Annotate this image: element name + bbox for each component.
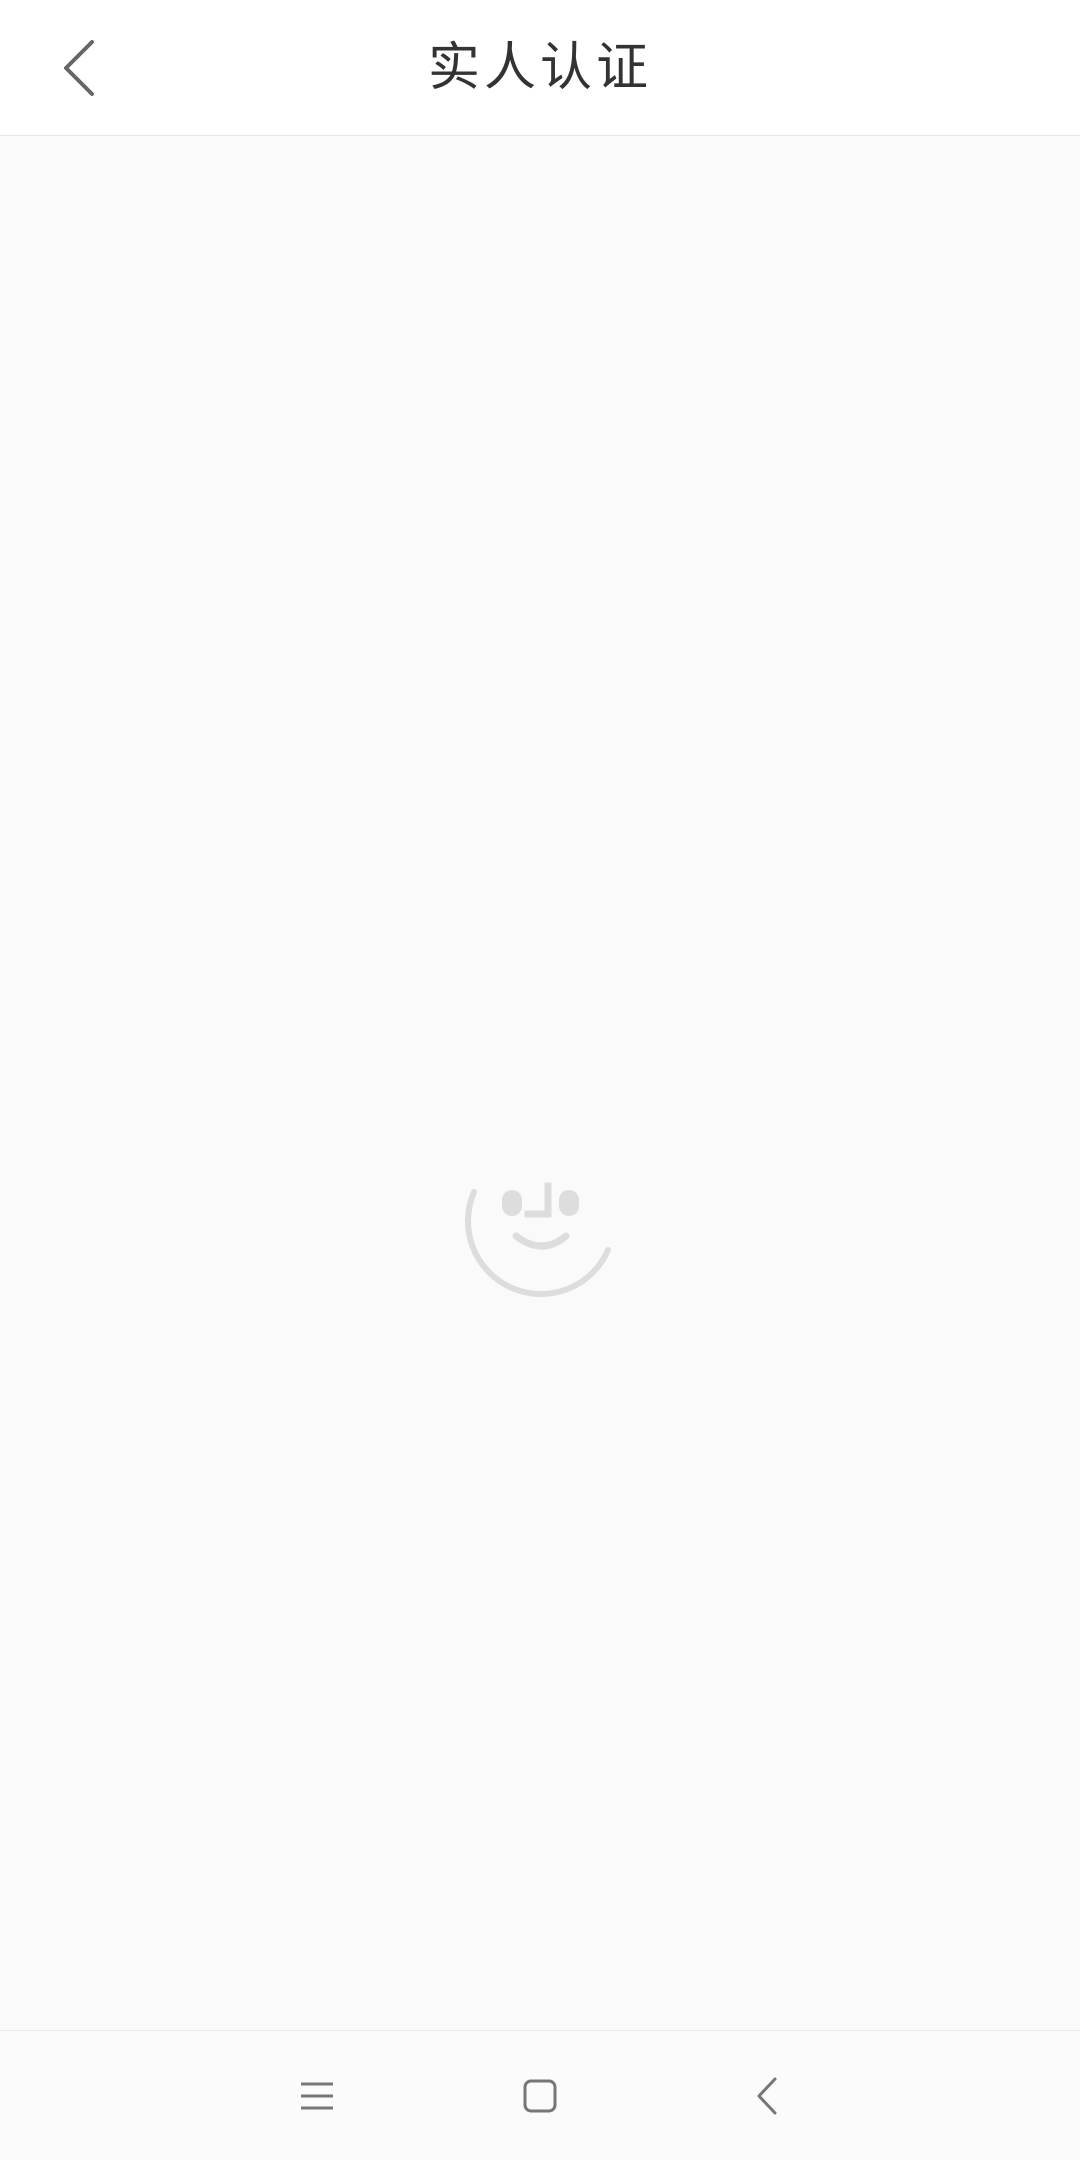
chevron-left-icon bbox=[757, 2077, 777, 2115]
smiley-face-loading-icon bbox=[465, 1182, 611, 1297]
system-navigation-bar bbox=[0, 2030, 1080, 2160]
menu-lines-icon bbox=[301, 2082, 333, 2110]
square-home-icon bbox=[523, 2079, 557, 2113]
main-content bbox=[0, 136, 1080, 2030]
top-app-bar: 实人认证 bbox=[0, 0, 1080, 136]
nav-menu-button[interactable] bbox=[277, 2056, 357, 2136]
page-title: 实人认证 bbox=[427, 38, 652, 98]
nav-home-button[interactable] bbox=[500, 2056, 580, 2136]
nav-back-button[interactable] bbox=[727, 2056, 807, 2136]
